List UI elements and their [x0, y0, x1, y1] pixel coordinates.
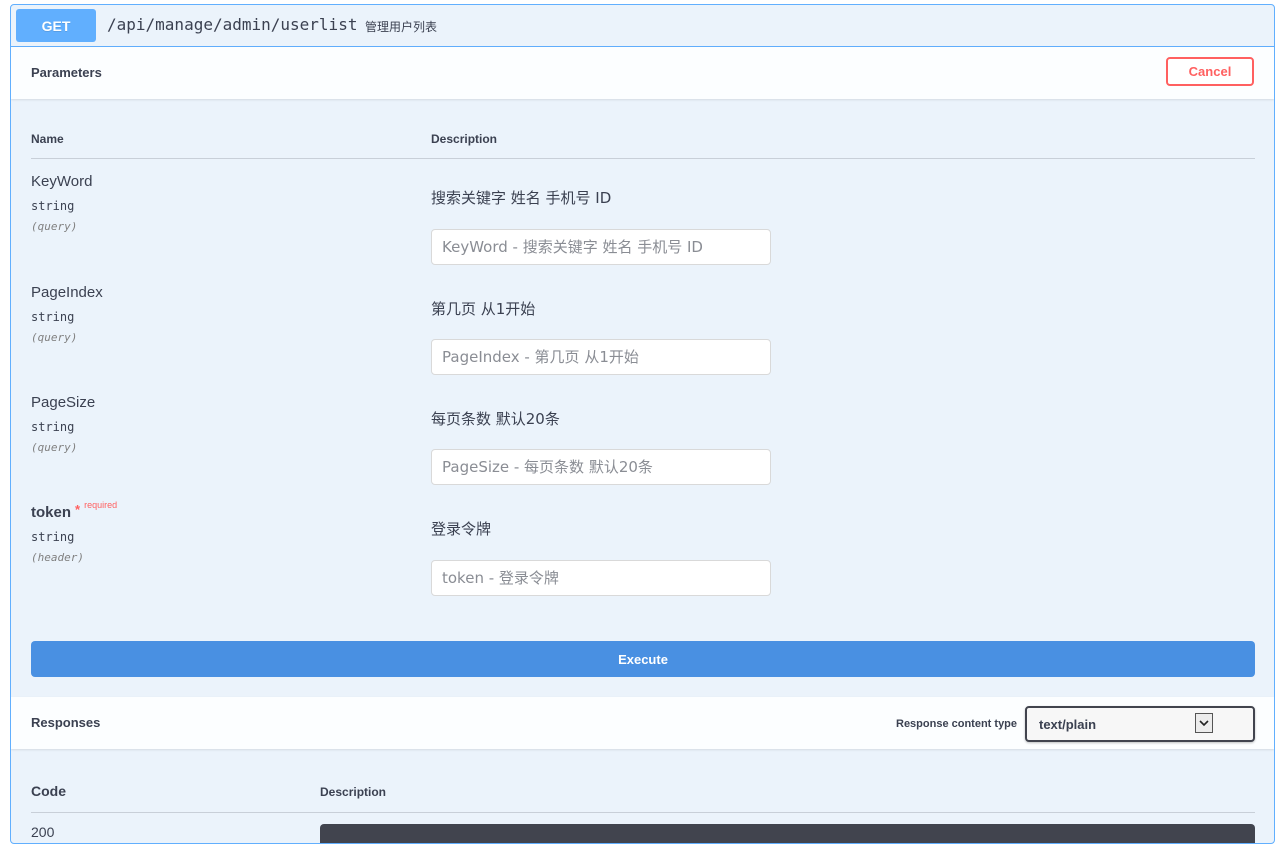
param-type: string [31, 310, 75, 324]
responses-header: Responses Response content type text/pla… [11, 697, 1274, 749]
token-input[interactable] [431, 560, 771, 596]
param-location: (query) [31, 220, 78, 233]
param-location: (query) [31, 331, 78, 344]
responses-title: Responses [31, 715, 101, 730]
operation-summary-text: 管理用户列表 [365, 20, 438, 34]
param-description: 搜索关键字 姓名 手机号 ID [431, 189, 612, 207]
param-location: (query) [31, 441, 78, 454]
param-description: 第几页 从1开始 [431, 300, 536, 318]
operation-summary[interactable]: GET /api/manage/admin/userlist 管理用户列表 [11, 5, 1274, 47]
parameters-title: Parameters [31, 65, 102, 80]
chevron-down-icon[interactable] [1195, 713, 1213, 733]
header-divider [31, 158, 1255, 159]
execute-button[interactable]: Execute [31, 641, 1255, 677]
operation-path: /api/manage/admin/userlist [107, 15, 358, 34]
param-type: string [31, 530, 75, 544]
pageindex-input[interactable] [431, 339, 771, 375]
param-description: 登录令牌 [431, 520, 492, 538]
param-type: string [31, 420, 75, 434]
method-badge: GET [16, 9, 96, 42]
param-description: 每页条数 默认20条 [431, 410, 560, 428]
param-location: (header) [31, 551, 84, 564]
response-content-type-select[interactable]: text/plain [1025, 706, 1255, 742]
operation-block: GET /api/manage/admin/userlist 管理用户列表 Pa… [10, 4, 1275, 844]
select-value: text/plain [1039, 717, 1097, 732]
required-star: * [75, 502, 81, 517]
col-name-header: Name [31, 132, 64, 146]
response-example-block [320, 824, 1255, 843]
param-name: token [31, 504, 72, 521]
param-name: PageIndex [31, 284, 103, 301]
param-name-required: token * required [31, 500, 117, 521]
response-code: 200 [31, 824, 55, 840]
col-response-description-header: Description [320, 785, 387, 799]
required-label: required [84, 500, 118, 510]
param-name: PageSize [31, 394, 96, 411]
pagesize-input[interactable] [431, 449, 771, 485]
param-name: KeyWord [31, 173, 93, 190]
parameters-header: Parameters Cancel [11, 47, 1274, 99]
param-type: string [31, 199, 75, 213]
responses-divider [31, 812, 1255, 813]
cancel-button[interactable]: Cancel [1166, 57, 1254, 86]
keyword-input[interactable] [431, 229, 771, 265]
response-content-type-label: Response content type [896, 718, 1018, 730]
col-code-header: Code [31, 783, 66, 799]
col-description-header: Description [431, 132, 498, 146]
